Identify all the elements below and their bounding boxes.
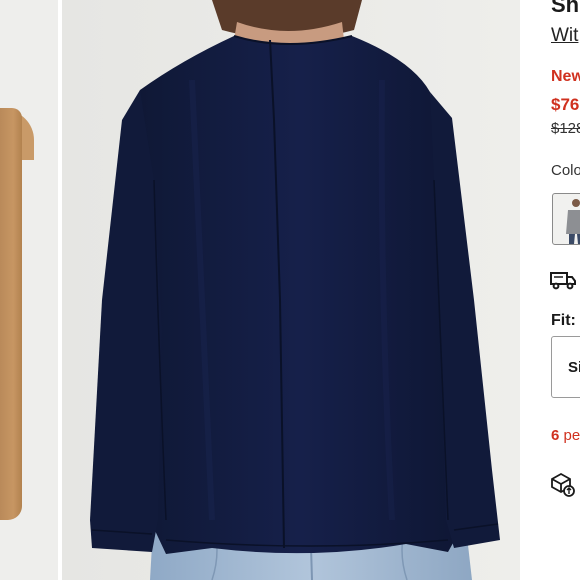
product-details-panel: Sho Wit New $76. $128 Colo Fit: Si 6 pe	[520, 0, 580, 580]
color-label: Colo	[551, 162, 580, 179]
delivery-truck-icon	[550, 272, 576, 290]
original-price: $128	[551, 120, 580, 137]
color-swatch-grey[interactable]	[552, 193, 580, 245]
jacket-back-view-illustration	[62, 0, 520, 580]
sale-price: $76.	[551, 95, 580, 114]
people-viewing-notice: 6 pe	[551, 427, 580, 444]
swatch-model-thumbnail	[566, 199, 580, 244]
people-viewing-text: pe	[559, 427, 580, 444]
brand-link[interactable]: Wit	[551, 25, 578, 47]
camel-coat-image	[0, 108, 22, 520]
size-option-button[interactable]: Si	[551, 336, 580, 398]
gallery-thumbnail-camel-coat[interactable]	[0, 0, 58, 580]
size-option-label: Si	[568, 359, 580, 376]
main-product-image[interactable]	[62, 0, 520, 580]
fit-label: Fit:	[551, 312, 576, 329]
package-return-icon	[551, 472, 575, 497]
new-badge: New	[551, 68, 580, 85]
product-title: Sho	[551, 0, 580, 17]
